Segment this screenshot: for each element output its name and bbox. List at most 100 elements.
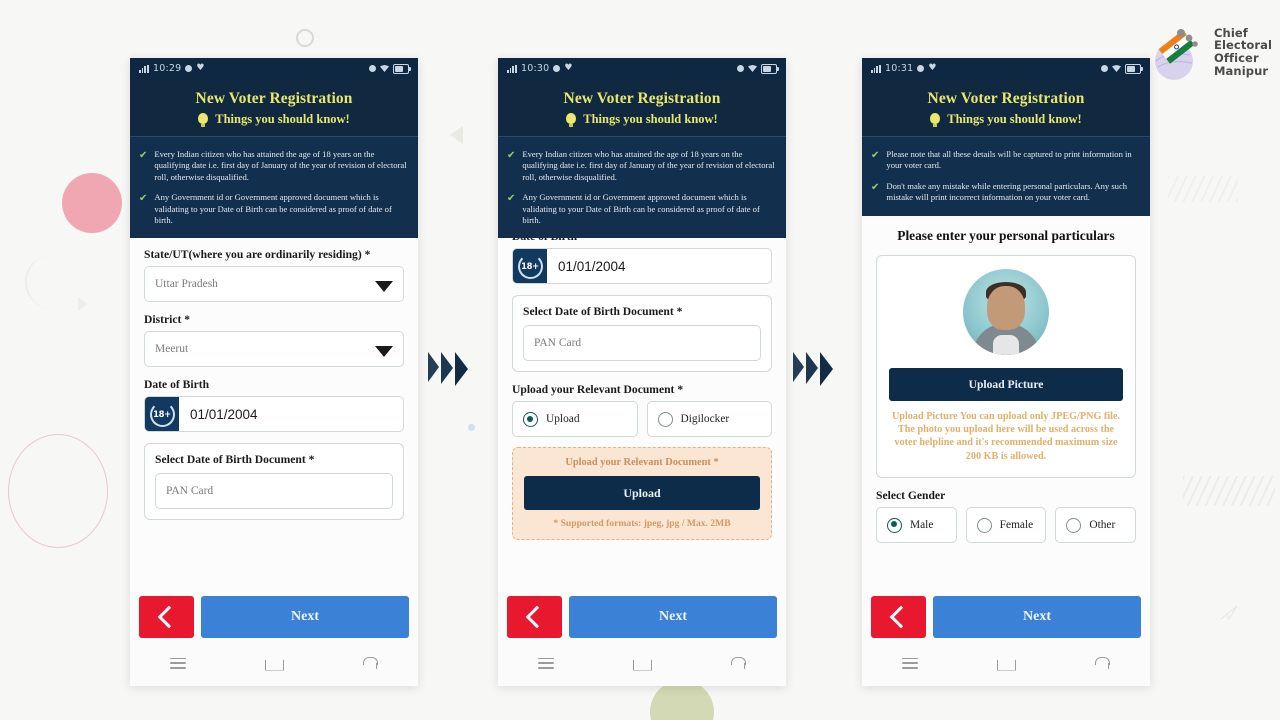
next-button[interactable]: Next bbox=[933, 596, 1141, 638]
decor-pink-circle bbox=[62, 173, 122, 233]
dob-doc-label: Select Date of Birth Document * bbox=[155, 453, 315, 467]
upload-button[interactable]: Upload bbox=[524, 476, 760, 511]
chevron-right-icon bbox=[428, 352, 439, 382]
chevron-down-icon bbox=[375, 281, 393, 293]
chevron-right-icon bbox=[793, 352, 804, 382]
radio-unselected-icon bbox=[657, 411, 673, 427]
form-scroll-area[interactable]: State/UT(where you are ordinarily residi… bbox=[130, 238, 418, 531]
android-nav-bar bbox=[498, 640, 786, 686]
app-banner: New Voter Registration Things you should… bbox=[498, 79, 786, 136]
upload-hint: * Supported formats: jpeg, jpg / Max. 2M… bbox=[553, 518, 731, 530]
chevron-right-icon bbox=[820, 352, 833, 386]
next-button[interactable]: Next bbox=[569, 596, 777, 638]
dob-input[interactable]: 18+ 01/01/2004 bbox=[512, 248, 772, 285]
upload-picture-button[interactable]: Upload Picture bbox=[889, 367, 1123, 401]
battery-icon bbox=[393, 63, 411, 74]
eye-icon bbox=[1101, 65, 1108, 72]
app-title: New Voter Registration bbox=[195, 90, 353, 107]
upload-picture-hint: Upload Picture You can upload only JPEG/… bbox=[891, 410, 1121, 462]
message-dot-icon bbox=[185, 65, 193, 72]
upload-source-options: Upload Digilocker bbox=[512, 401, 772, 438]
radio-unselected-icon bbox=[1066, 517, 1082, 533]
things-label: Things you should know! bbox=[947, 112, 1082, 126]
decor-blue-dot bbox=[468, 424, 475, 431]
dob-input[interactable]: 18+ 01/01/2004 bbox=[144, 396, 404, 433]
back-arrow-icon[interactable] bbox=[1095, 657, 1111, 669]
form-footer: Next bbox=[862, 594, 1150, 640]
logo-line-3: Officer bbox=[1214, 51, 1259, 65]
info-note-item: ✔ Please note that all these details wil… bbox=[871, 149, 1141, 172]
decor-arc bbox=[25, 255, 67, 309]
gender-label: Select Gender bbox=[876, 489, 946, 503]
info-notes: ✔ Every Indian citizen who has attained … bbox=[498, 136, 786, 239]
step-separator-1 bbox=[428, 352, 468, 386]
message-dot-icon bbox=[553, 65, 561, 72]
form-scroll-area[interactable]: Date of Birth 18+ 01/01/2004 Select Date… bbox=[498, 238, 786, 541]
wifi-icon bbox=[380, 65, 389, 72]
radio-digilocker[interactable]: Digilocker bbox=[646, 401, 772, 438]
message-dot-icon bbox=[917, 65, 925, 72]
decor-pink-ring bbox=[8, 434, 108, 548]
dob-document-group: Select Date of Birth Document * PAN Card bbox=[144, 443, 404, 521]
info-note-item: ✔ Any Government id or Government approv… bbox=[139, 192, 409, 226]
eye-icon bbox=[737, 65, 744, 72]
app-title: New Voter Registration bbox=[927, 90, 1085, 107]
status-time: 10:29 bbox=[153, 63, 182, 74]
info-note-text: Please note that all these details will … bbox=[886, 149, 1132, 171]
things-label: Things you should know! bbox=[583, 112, 718, 126]
decor-small-ring bbox=[296, 29, 314, 47]
district-select-value: Meerut bbox=[155, 343, 189, 356]
radio-other[interactable]: Other bbox=[1055, 507, 1137, 544]
upload-dropzone[interactable]: Upload your Relevant Document * Upload *… bbox=[512, 447, 772, 541]
decor-olive-circle bbox=[650, 680, 714, 720]
form-footer: Next bbox=[498, 594, 786, 640]
battery-icon bbox=[1125, 63, 1143, 74]
back-button[interactable] bbox=[139, 596, 194, 638]
form-scroll-area[interactable]: Please enter your personal particulars U… bbox=[862, 216, 1150, 554]
signal-bars-icon bbox=[139, 64, 149, 73]
info-note-text: Any Government id or Government approved… bbox=[154, 192, 392, 226]
radio-male[interactable]: Male bbox=[876, 507, 957, 544]
heart-icon: ♥ bbox=[564, 63, 573, 73]
form-screen: Date of Birth 18+ 01/01/2004 Select Date… bbox=[498, 238, 786, 686]
lightbulb-icon bbox=[198, 112, 209, 127]
status-bar: 10:29 ♥ bbox=[130, 58, 418, 79]
brand-logo-text: Chief Electoral Officer Manipur bbox=[1214, 27, 1272, 77]
dob-doc-label: Select Date of Birth Document * bbox=[523, 305, 683, 319]
phone-mockup-2: 10:30 ♥ New Voter Registration Things yo… bbox=[498, 58, 786, 686]
back-button[interactable] bbox=[871, 596, 926, 638]
app-banner: New Voter Registration Things you should… bbox=[130, 79, 418, 136]
state-select[interactable]: Uttar Pradesh bbox=[144, 266, 404, 303]
home-icon[interactable] bbox=[264, 655, 284, 671]
dob-doc-select[interactable]: PAN Card bbox=[155, 473, 393, 510]
decor-hatch-lines-top bbox=[1168, 176, 1238, 202]
radio-other-label: Other bbox=[1089, 519, 1116, 532]
info-notes: ✔ Every Indian citizen who has attained … bbox=[130, 136, 418, 239]
menu-icon[interactable] bbox=[169, 657, 186, 669]
next-button[interactable]: Next bbox=[201, 596, 409, 638]
photo-upload-card: Upload Picture Upload Picture You can up… bbox=[876, 254, 1136, 479]
chevron-down-icon bbox=[375, 346, 393, 358]
things-you-should-know: Things you should know! bbox=[498, 112, 786, 136]
phone-mockup-3: 10:31 ♥ New Voter Registration Things yo… bbox=[862, 58, 1150, 686]
chevron-right-icon bbox=[455, 352, 468, 386]
back-arrow-icon[interactable] bbox=[363, 657, 379, 669]
back-arrow-icon[interactable] bbox=[731, 657, 747, 669]
menu-icon[interactable] bbox=[901, 657, 918, 669]
info-note-item: ✔ Don't make any mistake while entering … bbox=[871, 181, 1141, 204]
radio-female[interactable]: Female bbox=[965, 507, 1047, 544]
heart-icon: ♥ bbox=[196, 63, 205, 73]
home-icon[interactable] bbox=[996, 655, 1016, 671]
eye-icon bbox=[369, 65, 376, 72]
things-you-should-know: Things you should know! bbox=[130, 112, 418, 136]
dob-doc-select[interactable]: PAN Card bbox=[523, 325, 761, 362]
radio-upload[interactable]: Upload bbox=[512, 401, 638, 438]
home-icon[interactable] bbox=[632, 655, 652, 671]
menu-icon[interactable] bbox=[537, 657, 554, 669]
info-note-text: Any Government id or Government approved… bbox=[522, 192, 760, 226]
district-select[interactable]: Meerut bbox=[144, 331, 404, 368]
back-button[interactable] bbox=[507, 596, 562, 638]
step-separator-2 bbox=[793, 352, 833, 386]
lightbulb-icon bbox=[930, 112, 941, 127]
form-screen: Please enter your personal particulars U… bbox=[862, 215, 1150, 686]
